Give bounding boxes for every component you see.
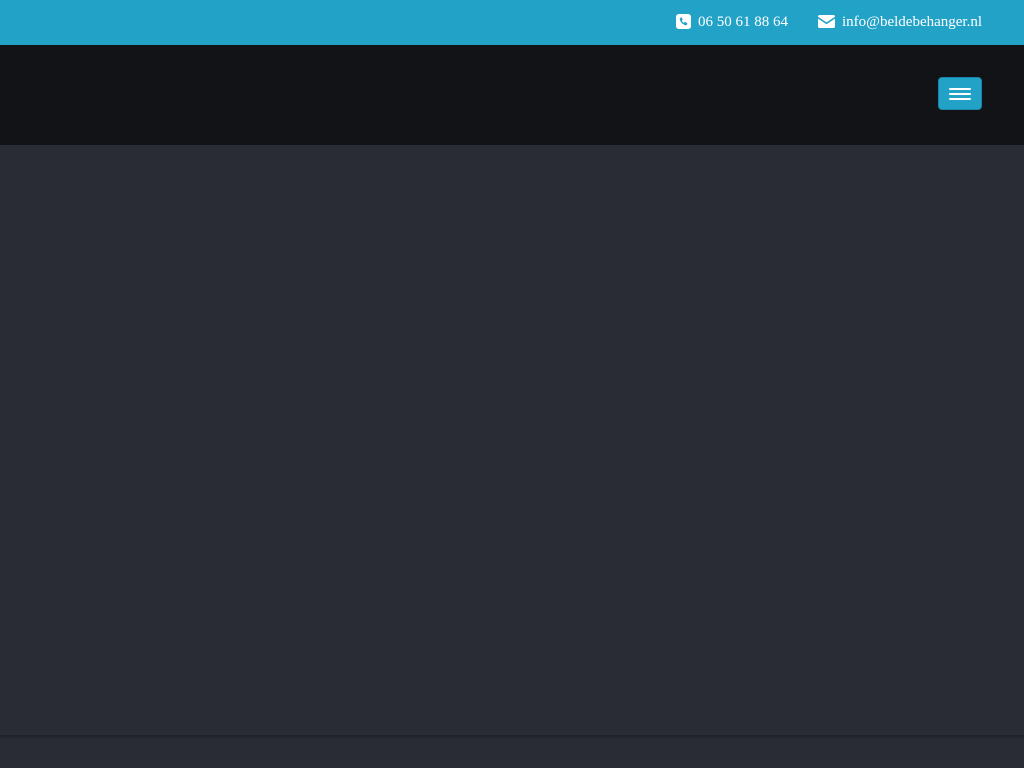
phone-square-icon [676, 14, 691, 29]
hero-section [0, 145, 1024, 735]
email-address: info@beldebehanger.nl [842, 14, 983, 30]
hamburger-bar [949, 98, 971, 100]
phone-link[interactable]: 06 50 61 88 64 [676, 0, 788, 45]
content-section [0, 739, 1024, 768]
menu-toggle-button[interactable] [938, 77, 982, 110]
main-navbar [0, 45, 1024, 145]
phone-number: 06 50 61 88 64 [698, 14, 788, 30]
hamburger-bar [949, 88, 971, 90]
hamburger-bar [949, 93, 971, 95]
email-link[interactable]: info@beldebehanger.nl [818, 0, 982, 45]
contact-topbar: 06 50 61 88 64 info@beldebehanger.nl [0, 0, 1024, 45]
envelope-icon [818, 15, 835, 28]
